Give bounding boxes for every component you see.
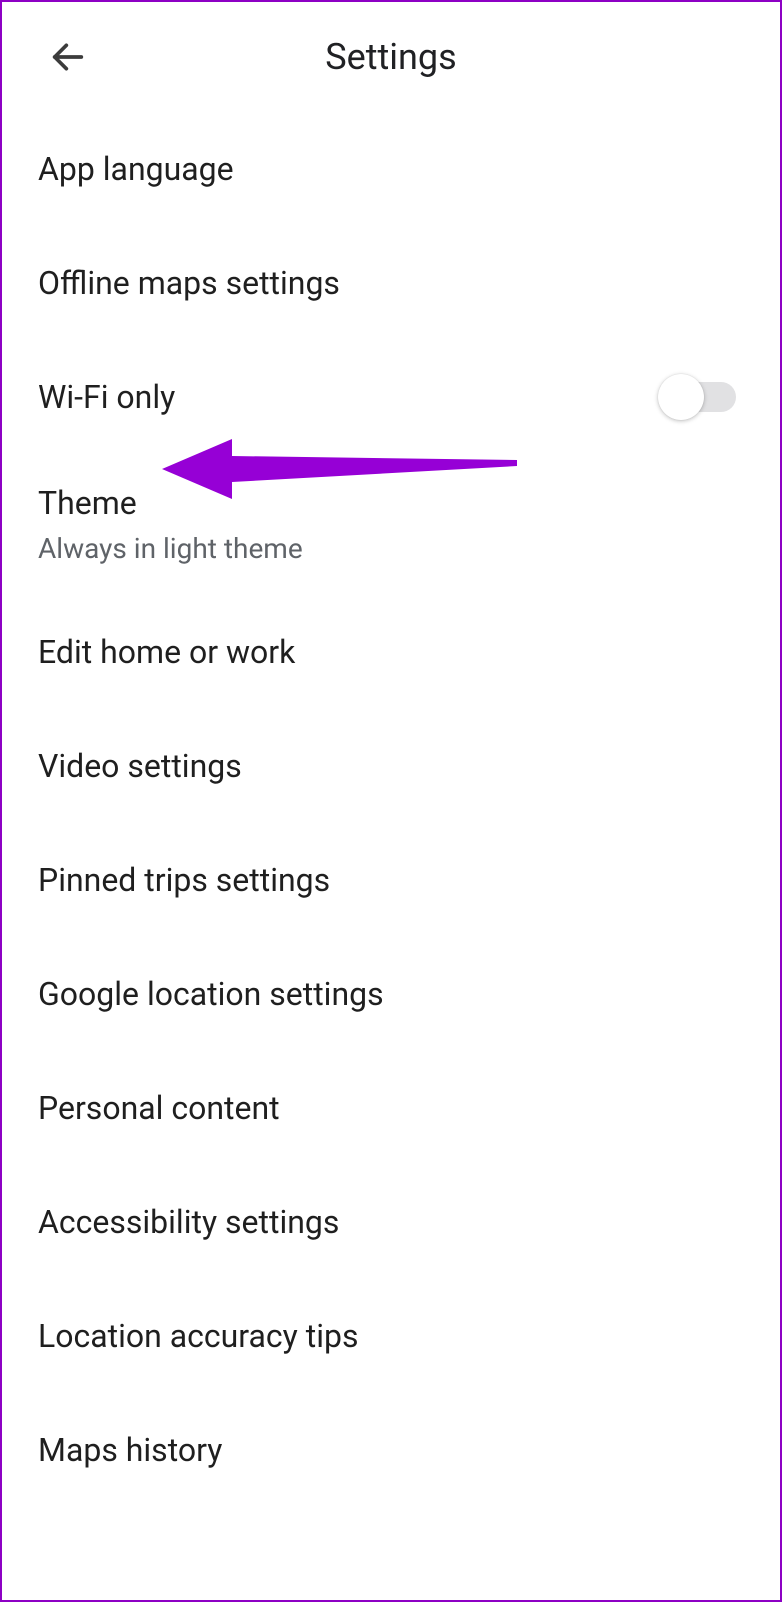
settings-item-title: Offline maps settings: [38, 264, 744, 302]
settings-item-title: Pinned trips settings: [38, 861, 744, 899]
settings-item-title: Theme: [38, 484, 744, 522]
settings-item-google-location[interactable]: Google location settings: [2, 937, 780, 1051]
settings-item-title: Video settings: [38, 747, 744, 785]
settings-item-maps-history[interactable]: Maps history: [2, 1393, 780, 1507]
settings-item-title: Wi-Fi only: [38, 378, 175, 416]
settings-item-title: Maps history: [38, 1431, 744, 1469]
settings-item-wifi-only[interactable]: Wi-Fi only: [2, 340, 780, 454]
header: Settings: [2, 2, 780, 112]
back-button[interactable]: [36, 25, 100, 89]
settings-item-title: Location accuracy tips: [38, 1317, 744, 1355]
settings-item-app-language[interactable]: App language: [2, 112, 780, 226]
settings-item-title: Accessibility settings: [38, 1203, 744, 1241]
settings-item-title: Personal content: [38, 1089, 744, 1127]
toggle-knob: [658, 374, 704, 420]
back-arrow-icon: [48, 37, 88, 77]
settings-item-video-settings[interactable]: Video settings: [2, 709, 780, 823]
settings-item-subtitle: Always in light theme: [38, 532, 744, 565]
page-title: Settings: [2, 36, 780, 78]
settings-item-accessibility[interactable]: Accessibility settings: [2, 1165, 780, 1279]
settings-item-personal-content[interactable]: Personal content: [2, 1051, 780, 1165]
settings-item-pinned-trips[interactable]: Pinned trips settings: [2, 823, 780, 937]
settings-item-title: Google location settings: [38, 975, 744, 1013]
settings-item-location-accuracy[interactable]: Location accuracy tips: [2, 1279, 780, 1393]
wifi-only-toggle[interactable]: [664, 382, 736, 412]
settings-item-title: Edit home or work: [38, 633, 744, 671]
settings-item-theme[interactable]: Theme Always in light theme: [2, 454, 780, 595]
settings-list: App language Offline maps settings Wi-Fi…: [2, 112, 780, 1507]
settings-item-edit-home-work[interactable]: Edit home or work: [2, 595, 780, 709]
settings-item-offline-maps[interactable]: Offline maps settings: [2, 226, 780, 340]
settings-item-title: App language: [38, 150, 744, 188]
